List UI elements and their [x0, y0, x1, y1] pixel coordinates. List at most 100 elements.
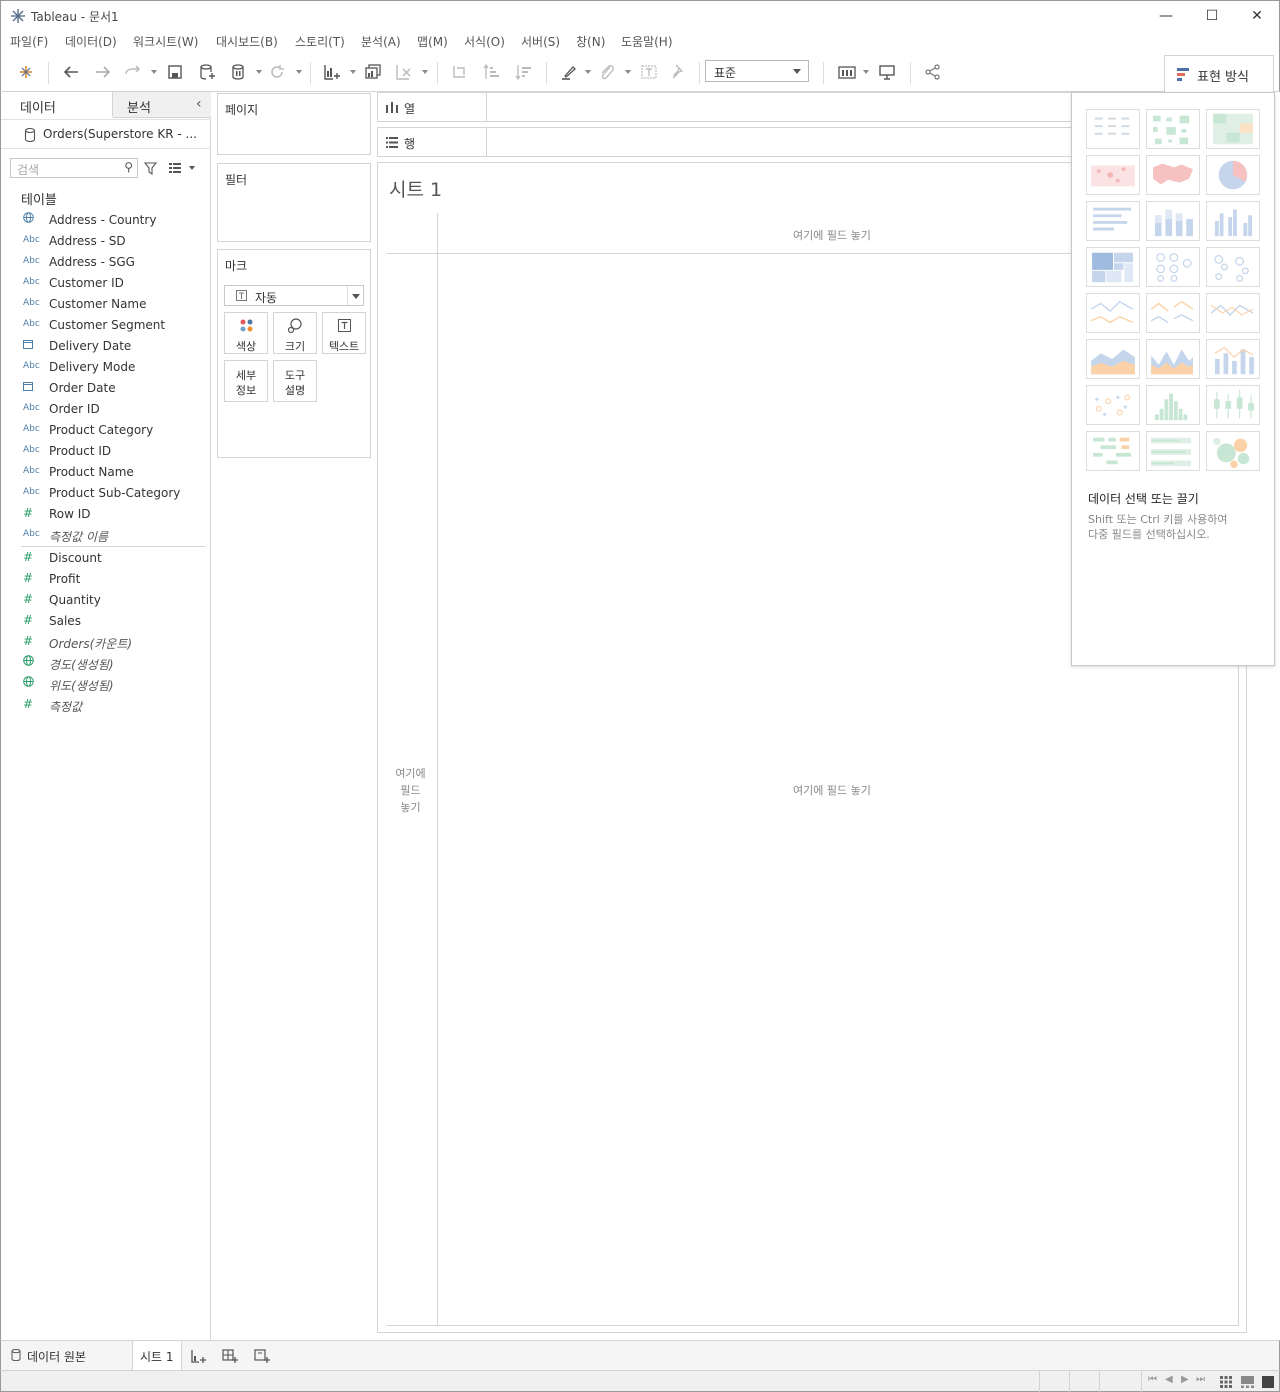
- dimension-field[interactable]: Delivery Date: [1, 336, 211, 357]
- duplicate-sheet-icon[interactable]: [363, 62, 383, 82]
- measure-field[interactable]: # Orders(카운트): [1, 632, 211, 653]
- showme-side-by-side-bars-option[interactable]: [1206, 201, 1260, 241]
- showme-pie-chart-option[interactable]: [1206, 155, 1260, 195]
- dimension-field[interactable]: Abc 측정값 이름: [1, 525, 211, 546]
- showme-area-discrete-option[interactable]: [1146, 339, 1200, 379]
- menu-format[interactable]: 서식(O): [464, 33, 505, 50]
- sheet-tab[interactable]: 시트 1: [132, 1341, 182, 1370]
- measure-field[interactable]: # Profit: [1, 569, 211, 590]
- datasource-item[interactable]: Orders(Superstore KR - ...: [1, 119, 211, 149]
- detail-button[interactable]: 세부 정보: [224, 360, 268, 402]
- showme-scatter-plot-option[interactable]: [1086, 385, 1140, 425]
- pause-updates-icon[interactable]: [229, 62, 249, 82]
- dimension-field[interactable]: Abc Address - SD: [1, 231, 211, 252]
- rows-dropzone[interactable]: 여기에 필드 놓기: [388, 765, 433, 816]
- new-dashboard-icon[interactable]: [222, 1348, 238, 1364]
- measure-field[interactable]: 경도(생성됨): [1, 653, 211, 674]
- sort-ascending-icon[interactable]: [481, 62, 501, 82]
- show-mark-labels-icon[interactable]: [639, 62, 659, 82]
- showme-filled-map-option[interactable]: [1146, 155, 1200, 195]
- mark-type-select[interactable]: 자동: [224, 285, 364, 306]
- showme-text-table-option[interactable]: [1086, 109, 1140, 149]
- label-button[interactable]: 텍스트: [322, 312, 366, 354]
- new-worksheet-icon[interactable]: [322, 62, 342, 82]
- fix-axes-icon[interactable]: [669, 62, 689, 82]
- new-worksheet-icon[interactable]: [190, 1348, 206, 1364]
- size-button[interactable]: 크기: [273, 312, 317, 354]
- fit-select[interactable]: 표준: [705, 60, 809, 82]
- menu-server[interactable]: 서버(S): [521, 33, 560, 50]
- close-button[interactable]: ✕: [1234, 1, 1280, 31]
- showme-box-whisker-option[interactable]: [1206, 385, 1260, 425]
- menu-worksheet[interactable]: 워크시트(W): [133, 33, 198, 50]
- showme-horizontal-bars-option[interactable]: [1086, 201, 1140, 241]
- sheet-sorter-icon[interactable]: [1220, 1376, 1232, 1388]
- view-options-icon[interactable]: [169, 162, 183, 174]
- view-dropzone[interactable]: 여기에 필드 놓기: [793, 782, 871, 798]
- presentation-mode-icon[interactable]: [877, 62, 897, 82]
- minimize-button[interactable]: —: [1143, 1, 1189, 31]
- sort-descending-icon[interactable]: [513, 62, 533, 82]
- prev-sheet-icon[interactable]: ◀: [1165, 1374, 1173, 1385]
- menu-map[interactable]: 맵(M): [417, 33, 448, 50]
- menu-window[interactable]: 창(N): [576, 33, 605, 50]
- filmstrip-icon[interactable]: [1241, 1376, 1254, 1388]
- tabs-view-icon[interactable]: [1262, 1376, 1274, 1388]
- first-sheet-icon[interactable]: ⏮: [1148, 1374, 1157, 1385]
- showme-treemap-option[interactable]: [1086, 247, 1140, 287]
- dimension-field[interactable]: Abc Product Name: [1, 462, 211, 483]
- showme-dual-combination-option[interactable]: [1206, 339, 1260, 379]
- group-members-icon[interactable]: [597, 62, 617, 82]
- dimension-field[interactable]: Abc Order ID: [1, 399, 211, 420]
- showme-toggle-button[interactable]: 표현 방식: [1164, 55, 1274, 93]
- showme-heat-map-option[interactable]: [1146, 109, 1200, 149]
- pages-card[interactable]: 페이지: [217, 93, 371, 155]
- save-icon[interactable]: [165, 62, 185, 82]
- showme-symbol-map-option[interactable]: [1086, 155, 1140, 195]
- tooltip-button[interactable]: 도구 설명: [273, 360, 317, 402]
- dimension-field[interactable]: Abc Customer Segment: [1, 315, 211, 336]
- undo-icon[interactable]: [61, 62, 81, 82]
- swap-rows-columns-icon[interactable]: [449, 62, 469, 82]
- showme-stacked-bars-option[interactable]: [1146, 201, 1200, 241]
- measure-field[interactable]: # Sales: [1, 611, 211, 632]
- tab-data[interactable]: 데이터: [1, 92, 113, 118]
- measure-field[interactable]: # 측정값: [1, 695, 211, 716]
- menu-analysis[interactable]: 분석(A): [361, 33, 401, 50]
- show-cards-icon[interactable]: [837, 62, 857, 82]
- showme-packed-bubbles-option[interactable]: [1206, 431, 1260, 471]
- menu-file[interactable]: 파일(F): [10, 33, 48, 50]
- last-sheet-icon[interactable]: ⏭: [1196, 1374, 1205, 1385]
- showme-dual-lines-option[interactable]: [1206, 293, 1260, 333]
- showme-discrete-lines-option[interactable]: [1146, 293, 1200, 333]
- columns-dropzone[interactable]: 여기에 필드 놓기: [793, 227, 871, 243]
- collapse-pane-icon[interactable]: ‹: [196, 96, 202, 112]
- filter-icon[interactable]: [144, 162, 157, 175]
- menu-data[interactable]: 데이터(D): [65, 33, 117, 50]
- dimension-field[interactable]: Abc Product Category: [1, 420, 211, 441]
- dimension-field[interactable]: Abc Product Sub-Category: [1, 483, 211, 504]
- showme-side-by-side-circles-option[interactable]: [1206, 247, 1260, 287]
- dimension-field[interactable]: Abc Delivery Mode: [1, 357, 211, 378]
- showme-continuous-lines-option[interactable]: [1086, 293, 1140, 333]
- sheet-title[interactable]: 시트 1: [389, 175, 442, 202]
- menu-story[interactable]: 스토리(T): [295, 33, 345, 50]
- tableau-home-icon[interactable]: [16, 62, 36, 82]
- dimension-field[interactable]: Abc Customer ID: [1, 273, 211, 294]
- replay-icon[interactable]: [123, 62, 143, 82]
- refresh-icon[interactable]: [267, 62, 287, 82]
- showme-area-continuous-option[interactable]: [1086, 339, 1140, 379]
- color-button[interactable]: 색상: [224, 312, 268, 354]
- datasource-tab[interactable]: 데이터 원본: [1, 1341, 131, 1370]
- maximize-button[interactable]: ☐: [1189, 1, 1235, 31]
- measure-field[interactable]: # Discount: [1, 548, 211, 569]
- chevron-down-icon[interactable]: [189, 166, 195, 170]
- showme-circle-view-option[interactable]: [1146, 247, 1200, 287]
- menu-help[interactable]: 도움말(H): [621, 33, 673, 50]
- measure-field[interactable]: 위도(생성됨): [1, 674, 211, 695]
- filters-card[interactable]: 필터: [217, 163, 371, 242]
- new-story-icon[interactable]: [254, 1348, 270, 1364]
- dimension-field[interactable]: Abc Product ID: [1, 441, 211, 462]
- dimension-field[interactable]: Address - Country: [1, 210, 211, 231]
- measure-field[interactable]: # Quantity: [1, 590, 211, 611]
